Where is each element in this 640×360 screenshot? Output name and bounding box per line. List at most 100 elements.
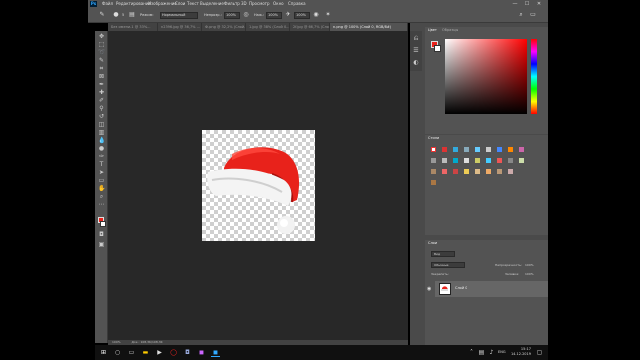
- menu-layers[interactable]: Слои: [175, 1, 185, 7]
- style-swatch[interactable]: [453, 147, 458, 152]
- taskbar-app-icon[interactable]: ◘: [183, 348, 192, 357]
- tab-document-1[interactable]: Без имени-1 @ 33%...: [108, 23, 158, 31]
- menu-edit[interactable]: Редактирование: [116, 1, 151, 7]
- style-swatch[interactable]: [508, 169, 513, 174]
- menu-window[interactable]: Окно: [273, 1, 284, 7]
- layer-opacity-input[interactable]: 100%: [525, 263, 534, 267]
- gradient-tool-icon[interactable]: ▥: [98, 129, 105, 136]
- history-brush-tool-icon[interactable]: ↺: [98, 113, 105, 120]
- quick-select-tool-icon[interactable]: ✎: [98, 57, 105, 64]
- layer-row[interactable]: Слой 0: [435, 281, 548, 297]
- dodge-tool-icon[interactable]: ●: [98, 145, 105, 152]
- background-color-chip[interactable]: [434, 45, 441, 52]
- tab-document-4[interactable]: 1.jpg @ 38% (Слой 0...: [246, 23, 290, 31]
- style-swatch[interactable]: [431, 158, 436, 163]
- style-swatch[interactable]: [431, 180, 436, 185]
- blend-mode-select[interactable]: Обычные: [431, 262, 465, 268]
- hardness-input[interactable]: 100%: [294, 12, 310, 19]
- eraser-tool-icon[interactable]: ◫: [98, 121, 105, 128]
- path-selection-tool-icon[interactable]: ➤: [98, 169, 105, 176]
- screen-mode-icon[interactable]: ▣: [98, 241, 105, 248]
- file-explorer-icon[interactable]: ▬: [141, 348, 150, 357]
- photoshop-taskbar-icon[interactable]: ◼: [211, 348, 220, 357]
- style-swatch[interactable]: [519, 158, 524, 163]
- style-swatch[interactable]: [442, 147, 447, 152]
- brush-size-dot-icon[interactable]: ●: [112, 11, 120, 19]
- menu-view[interactable]: Просмотр: [249, 1, 270, 7]
- network-icon[interactable]: ▤: [477, 348, 486, 357]
- style-swatch[interactable]: [464, 158, 469, 163]
- style-swatch[interactable]: [453, 169, 458, 174]
- layer-visibility-eye-icon[interactable]: ◉: [427, 286, 433, 292]
- color-picker-field[interactable]: [445, 39, 527, 114]
- quick-mask-icon[interactable]: ◘: [98, 231, 105, 238]
- frame-tool-icon[interactable]: ⊠: [98, 73, 105, 80]
- style-swatch[interactable]: [464, 147, 469, 152]
- notifications-icon[interactable]: ▢: [535, 348, 544, 357]
- pressure-opacity-icon[interactable]: ◎: [242, 11, 250, 19]
- menu-filter[interactable]: Фильтр: [224, 1, 240, 7]
- tab-swatches[interactable]: Образцы: [439, 27, 461, 34]
- layer-name[interactable]: Слой 0: [455, 286, 467, 290]
- tab-document-active[interactable]: n.png @ 100% (Слой 0, RGB/8#): [330, 23, 408, 31]
- maximize-button[interactable]: ☐: [522, 0, 532, 8]
- brush-panel-icon[interactable]: ▤: [128, 11, 136, 19]
- healing-brush-tool-icon[interactable]: ✚: [98, 89, 105, 96]
- lasso-tool-icon[interactable]: ➰: [98, 49, 105, 56]
- taskbar-search-icon[interactable]: ○: [113, 348, 122, 357]
- brush-tool-preset-icon[interactable]: ✎: [98, 11, 106, 19]
- search-icon[interactable]: ⌕: [517, 11, 525, 19]
- menu-image[interactable]: Изображение: [148, 1, 177, 7]
- menu-3d[interactable]: 3D: [241, 1, 247, 7]
- style-swatch[interactable]: [475, 169, 480, 174]
- pen-tool-icon[interactable]: ✑: [98, 153, 105, 160]
- style-swatch[interactable]: [442, 158, 447, 163]
- mode-select[interactable]: Нормальный: [160, 12, 198, 19]
- menu-file[interactable]: Файл: [102, 1, 113, 7]
- more-tools-icon[interactable]: ⋯: [98, 201, 105, 208]
- style-swatch[interactable]: [431, 147, 436, 152]
- style-swatch[interactable]: [442, 169, 447, 174]
- style-swatch[interactable]: [486, 158, 491, 163]
- tab-document-2[interactable]: n2396.jpg @ 36,7% ...: [158, 23, 202, 31]
- zoom-tool-icon[interactable]: ⌕: [98, 193, 105, 200]
- eyedropper-tool-icon[interactable]: ✒: [98, 81, 105, 88]
- type-tool-icon[interactable]: T: [98, 161, 105, 168]
- history-panel-icon[interactable]: ⎌: [412, 35, 420, 43]
- fill-input[interactable]: 100%: [525, 272, 534, 276]
- style-swatch[interactable]: [497, 147, 502, 152]
- system-tray-chevron-icon[interactable]: ˄: [467, 348, 476, 357]
- tab-document-3[interactable]: Ф.png @ 32,2% (Слой...: [202, 23, 246, 31]
- opacity-input[interactable]: 100%: [224, 12, 240, 19]
- style-swatch[interactable]: [486, 169, 491, 174]
- task-view-icon[interactable]: ▭: [127, 348, 136, 357]
- clone-stamp-tool-icon[interactable]: ⚲: [98, 105, 105, 112]
- minimize-button[interactable]: —: [510, 0, 520, 8]
- windows-start-icon[interactable]: ⊞: [99, 348, 108, 357]
- menu-select[interactable]: Выделение: [200, 1, 224, 7]
- browser-icon[interactable]: ◯: [169, 348, 178, 357]
- style-swatch[interactable]: [431, 169, 436, 174]
- airbrush-icon[interactable]: ✈: [284, 11, 292, 19]
- pressure-size-icon[interactable]: ◉: [312, 11, 320, 19]
- brush-tool-icon[interactable]: ✐: [98, 97, 105, 104]
- style-swatch[interactable]: [519, 147, 524, 152]
- hand-tool-icon[interactable]: ✋: [98, 185, 105, 192]
- layer-filter-select[interactable]: Вид: [431, 251, 455, 257]
- style-swatch[interactable]: [464, 169, 469, 174]
- zoom-level[interactable]: 100%: [112, 340, 121, 344]
- style-swatch[interactable]: [475, 147, 480, 152]
- flow-input[interactable]: 100%: [266, 12, 282, 19]
- taskbar-date[interactable]: 14.12.2019: [507, 352, 531, 357]
- input-language[interactable]: ENG: [498, 350, 506, 354]
- style-swatch[interactable]: [497, 169, 502, 174]
- brush-size-value[interactable]: 5: [122, 13, 124, 18]
- menu-type[interactable]: Текст: [187, 1, 199, 7]
- style-swatch[interactable]: [508, 158, 513, 163]
- adjustments-panel-icon[interactable]: ◐: [412, 59, 420, 67]
- style-swatch[interactable]: [497, 158, 502, 163]
- background-color-swatch[interactable]: [100, 221, 106, 227]
- workspace-icon[interactable]: ▭: [529, 11, 537, 19]
- tab-color[interactable]: Цвет: [425, 27, 440, 34]
- document-canvas[interactable]: [202, 130, 315, 241]
